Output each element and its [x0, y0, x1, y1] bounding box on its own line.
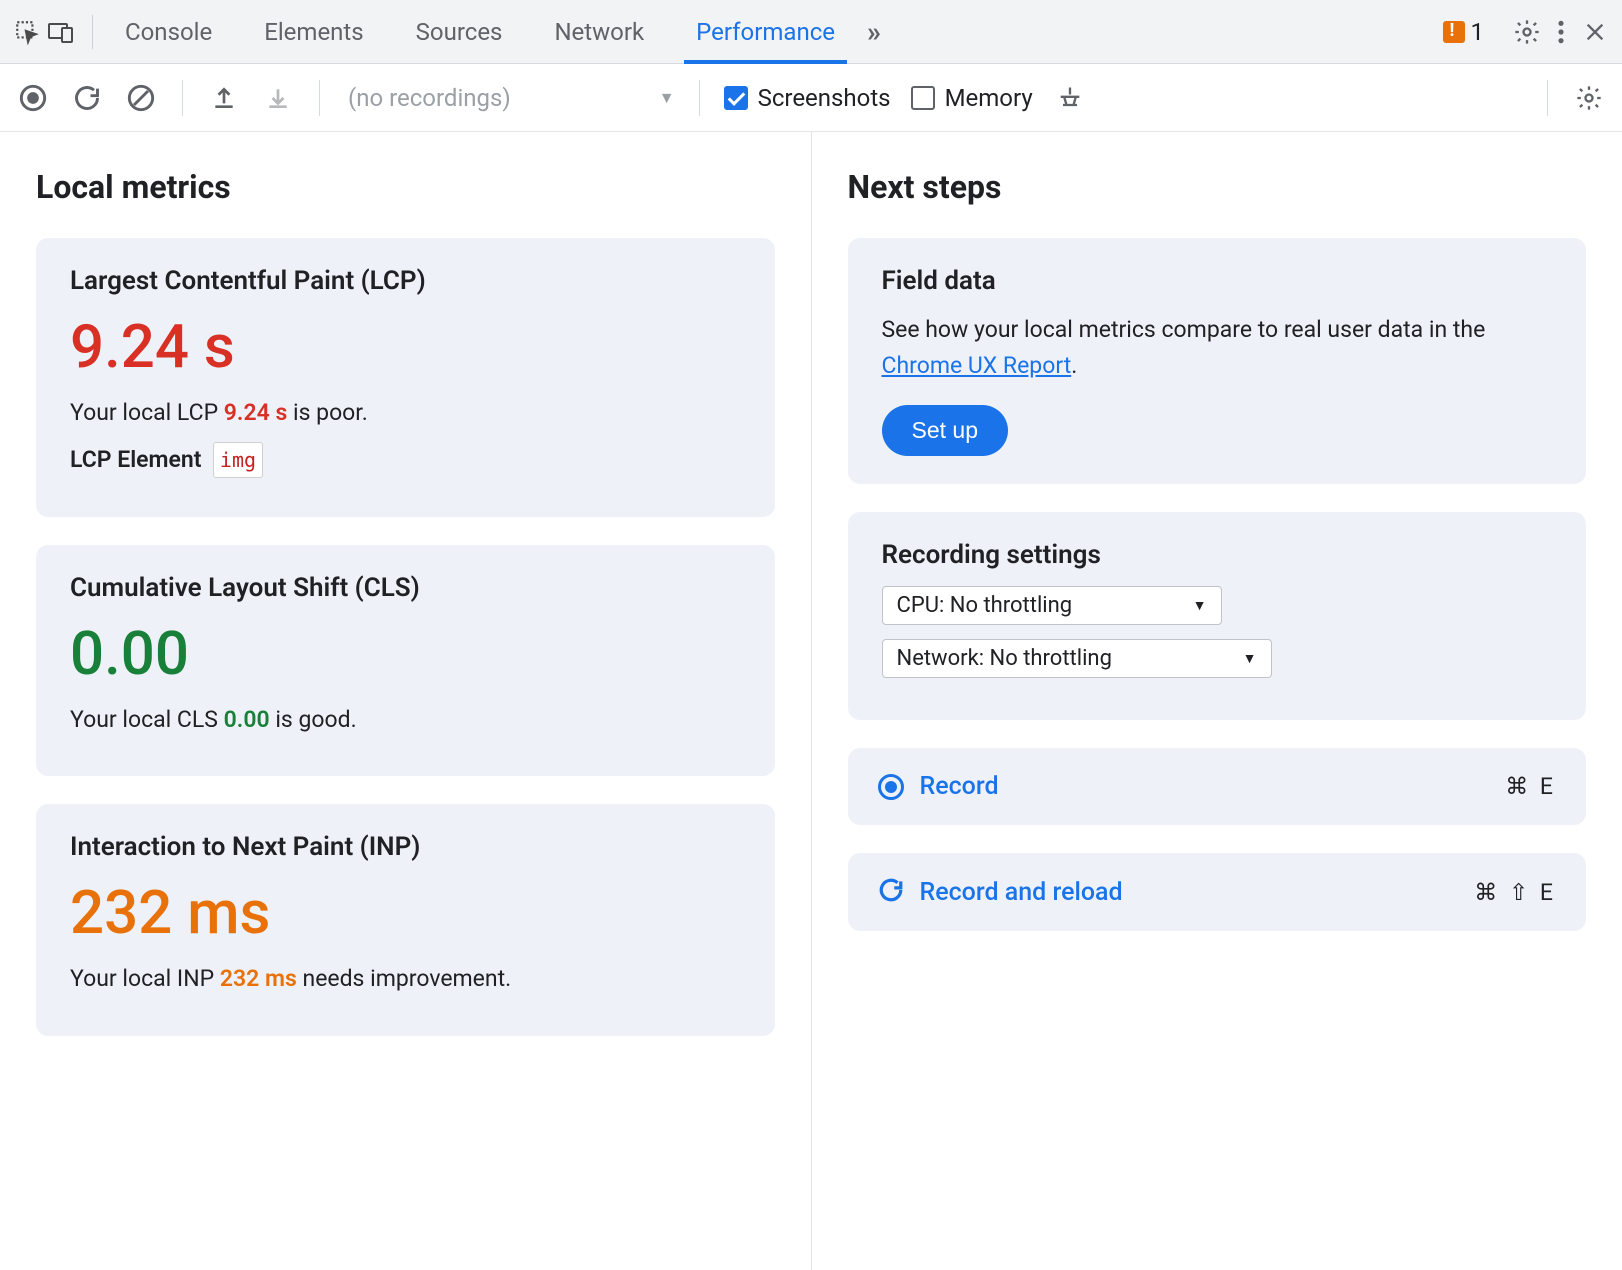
field-data-text: See how your local metrics compare to re…: [882, 312, 1553, 383]
checkbox-icon: [911, 86, 935, 110]
chevron-down-icon: ▼: [1243, 650, 1257, 667]
devtools-tab-bar: Console Elements Sources Network Perform…: [0, 0, 1622, 64]
inp-value: 232 ms: [70, 878, 741, 947]
tab-network[interactable]: Network: [542, 0, 656, 63]
upload-icon[interactable]: [207, 81, 241, 115]
cls-card: Cumulative Layout Shift (CLS) 0.00 Your …: [36, 545, 775, 777]
lcp-summary: Your local LCP 9.24 s is poor.: [70, 395, 741, 432]
tab-elements[interactable]: Elements: [252, 0, 375, 63]
inp-title: Interaction to Next Paint (INP): [70, 832, 741, 862]
settings-icon[interactable]: [1512, 17, 1542, 47]
lcp-element: LCP Element img: [70, 442, 741, 479]
collect-garbage-icon[interactable]: [1053, 81, 1087, 115]
record-action[interactable]: Record ⌘ E: [848, 748, 1587, 825]
inp-summary: Your local INP 232 ms needs improvement.: [70, 961, 741, 998]
reload-icon: [878, 877, 904, 907]
clear-icon[interactable]: [124, 81, 158, 115]
record-reload-label: Record and reload: [920, 878, 1459, 907]
recordings-select[interactable]: (no recordings) ▼: [348, 84, 675, 112]
issues-indicator[interactable]: 1: [1443, 18, 1485, 46]
recordings-label: (no recordings): [348, 84, 511, 112]
checkbox-icon: [724, 86, 748, 110]
cls-value: 0.00: [70, 619, 741, 688]
record-reload-shortcut: ⌘ ⇧ E: [1474, 879, 1556, 906]
cls-summary: Your local CLS 0.00 is good.: [70, 702, 741, 739]
recording-settings-title: Recording settings: [882, 540, 1553, 570]
more-tabs-icon[interactable]: »: [867, 15, 881, 48]
record-label: Record: [920, 772, 1490, 801]
local-metrics-panel: Local metrics Largest Contentful Paint (…: [0, 132, 812, 1270]
performance-toolbar: (no recordings) ▼ Screenshots Memory: [0, 64, 1622, 132]
lcp-element-tag[interactable]: img: [213, 442, 263, 478]
dropdown-icon: ▼: [659, 88, 675, 108]
capture-settings-icon[interactable]: [1572, 81, 1606, 115]
record-icon[interactable]: [16, 81, 50, 115]
close-icon[interactable]: [1580, 17, 1610, 47]
set-up-button[interactable]: Set up: [882, 405, 1009, 456]
recording-settings-card: Recording settings CPU: No throttling▼ N…: [848, 512, 1587, 720]
network-throttle-select[interactable]: Network: No throttling▼: [882, 639, 1272, 678]
record-icon: [878, 774, 904, 800]
device-toggle-icon[interactable]: [46, 17, 76, 47]
record-shortcut: ⌘ E: [1505, 773, 1556, 800]
issues-count: 1: [1471, 18, 1485, 46]
tab-sources[interactable]: Sources: [404, 0, 515, 63]
inp-card: Interaction to Next Paint (INP) 232 ms Y…: [36, 804, 775, 1036]
local-metrics-heading: Local metrics: [36, 168, 775, 206]
inspect-icon[interactable]: [12, 17, 42, 47]
lcp-title: Largest Contentful Paint (LCP): [70, 266, 741, 296]
field-data-title: Field data: [882, 266, 1553, 296]
download-icon[interactable]: [261, 81, 295, 115]
chevron-down-icon: ▼: [1193, 597, 1207, 614]
next-steps-heading: Next steps: [848, 168, 1587, 206]
crux-link[interactable]: Chrome UX Report: [882, 352, 1072, 379]
kebab-menu-icon[interactable]: [1546, 17, 1576, 47]
next-steps-panel: Next steps Field data See how your local…: [812, 132, 1622, 1270]
reload-icon[interactable]: [70, 81, 104, 115]
tab-performance[interactable]: Performance: [684, 0, 847, 63]
warning-icon: [1443, 21, 1465, 43]
cpu-throttle-select[interactable]: CPU: No throttling▼: [882, 586, 1222, 625]
lcp-card: Largest Contentful Paint (LCP) 9.24 s Yo…: [36, 238, 775, 517]
cls-title: Cumulative Layout Shift (CLS): [70, 573, 741, 603]
screenshots-checkbox[interactable]: Screenshots: [724, 84, 891, 112]
record-reload-action[interactable]: Record and reload ⌘ ⇧ E: [848, 853, 1587, 931]
field-data-card: Field data See how your local metrics co…: [848, 238, 1587, 484]
memory-checkbox[interactable]: Memory: [911, 84, 1033, 112]
tab-console[interactable]: Console: [113, 0, 224, 63]
lcp-value: 9.24 s: [70, 312, 741, 381]
